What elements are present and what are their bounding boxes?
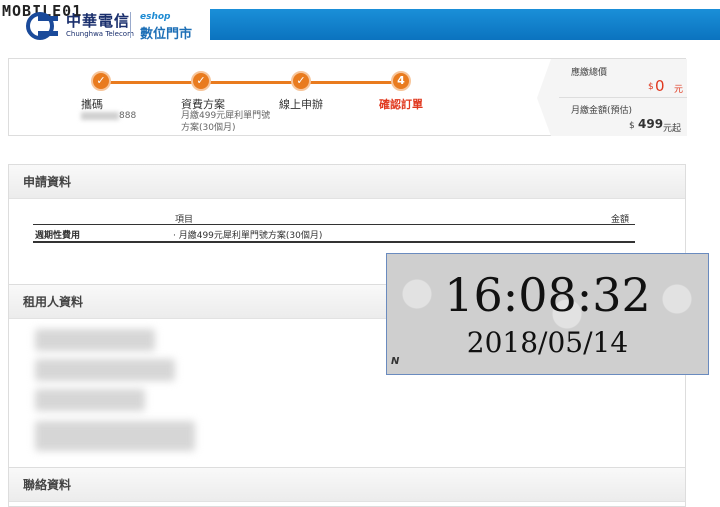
price-summary: 應繳總價 $ 0 元 月繳金額(預估) $ 499 元起 [537, 59, 687, 136]
blurred-renter-info [35, 329, 155, 351]
step-1-sub: 888 [119, 111, 137, 121]
row-item: · 月繳499元犀利單門號方案(30個月) [173, 231, 323, 241]
header-blue-bar [210, 9, 720, 40]
blurred-renter-info [35, 421, 195, 451]
column-header-item: 項目 [175, 215, 194, 225]
step-4-label: 確認訂單 [379, 98, 423, 111]
monthly-price-unit: 元起 [663, 124, 682, 134]
total-price-label: 應繳總價 [571, 68, 608, 78]
table-row: 週期性費用 · 月繳499元犀利單門號方案(30個月) [33, 225, 635, 243]
blurred-phone-number [81, 112, 119, 120]
logo-divider [130, 12, 131, 38]
brand-name-en: Chunghwa Telecom [66, 30, 134, 38]
blurred-renter-info [35, 359, 175, 381]
eshop-label-cn[interactable]: 數位門市 [140, 23, 192, 42]
contact-section-title: 聯絡資料 [9, 468, 685, 502]
progress-line [101, 81, 401, 84]
total-price-currency: $ [648, 82, 654, 92]
chunghwa-logo-icon[interactable] [24, 12, 60, 40]
site-header: MOBILE01 中華電信 Chunghwa Telecom eshop 數位門… [0, 0, 720, 44]
application-table: 項目 金額 週期性費用 · 月繳499元犀利單門號方案(30個月) [33, 209, 635, 243]
clock-mark: N [391, 356, 400, 367]
order-progress-panel: ✓ ✓ ✓ 4 攜碼 888 資費方案 月繳499元犀利單門號方案(30個月) … [8, 58, 687, 136]
brand-name-cn: 中華電信 [66, 12, 131, 30]
blurred-renter-info [35, 389, 145, 411]
application-section-title: 申請資料 [9, 165, 685, 199]
total-price-value: 0 [655, 77, 665, 95]
monthly-price-value: 499 [638, 117, 664, 131]
monthly-price-label: 月繳金額(預估) [571, 106, 633, 116]
row-type: 週期性費用 [35, 231, 81, 241]
total-price-unit: 元 [674, 85, 684, 95]
column-header-amount: 金額 [611, 215, 630, 225]
clock-time: 16:08:32 [444, 268, 651, 322]
table-header-row: 項目 金額 [33, 209, 635, 225]
eshop-label-en[interactable]: eshop [140, 12, 171, 22]
step-1-label: 攜碼 [81, 98, 103, 111]
monthly-price-currency: $ [629, 121, 635, 131]
step-3-check-icon: ✓ [291, 71, 311, 91]
step-1-check-icon: ✓ [91, 71, 111, 91]
step-3-label: 線上申辦 [279, 98, 323, 111]
summary-divider [559, 97, 687, 98]
timestamp-overlay: 16:08:32 2018/05/14 N [386, 253, 709, 375]
step-2-sub: 月繳499元犀利單門號方案(30個月) [181, 111, 271, 133]
step-2-check-icon: ✓ [191, 71, 211, 91]
clock-date: 2018/05/14 [466, 326, 629, 359]
contact-section: 聯絡資料 [8, 467, 686, 507]
step-4-number: 4 [391, 71, 411, 91]
